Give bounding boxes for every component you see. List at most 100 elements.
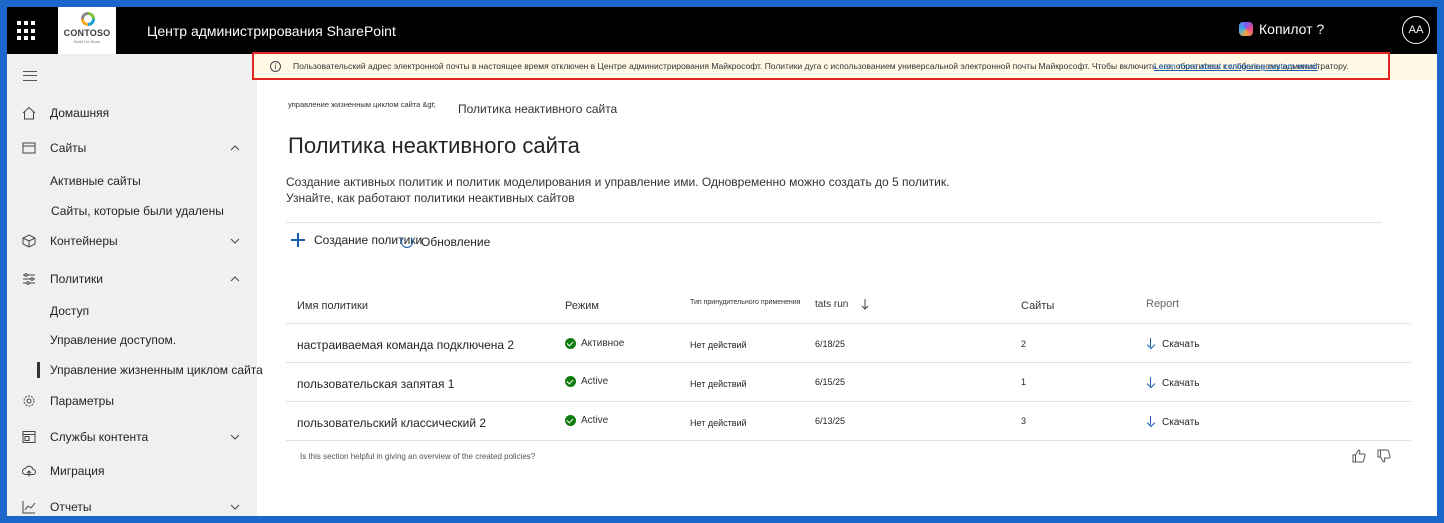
download-report-button[interactable]: Скачать (1146, 377, 1200, 389)
policy-name[interactable]: пользовательский классический 2 (297, 416, 486, 430)
logo-text: CONTOSO (63, 28, 111, 38)
chevron-down-icon[interactable] (229, 235, 241, 247)
nav-label-deleted-sites: Сайты, которые были удалены (51, 204, 224, 218)
policies-icon (21, 271, 37, 287)
policy-name[interactable]: пользовательская запятая 1 (297, 377, 454, 391)
mode-label: Active (581, 376, 609, 387)
nav-item-containers[interactable]: Контейнеры (7, 226, 257, 256)
breadcrumb-current: Политика неактивного сайта (458, 102, 618, 116)
status-badge: Active (565, 376, 608, 387)
last-run-value: 6/13/25 (815, 416, 846, 426)
contoso-logo[interactable]: CONTOSO Build Ltd Story (58, 7, 116, 54)
enforcement-value: Нет действий (690, 379, 747, 389)
download-report-button[interactable]: Скачать (1146, 416, 1200, 428)
thumbs-down-icon[interactable] (1376, 448, 1392, 464)
download-label: Скачать (1162, 416, 1200, 428)
nav-item-home[interactable]: Домашняя (7, 98, 257, 128)
sites-icon (21, 140, 37, 156)
banner-learn-more-link[interactable]: Learn more about configuring custom emai… (1154, 61, 1317, 71)
nav-label-home: Домашняя (50, 106, 110, 120)
logo-mark-icon (81, 12, 95, 26)
avatar[interactable]: AA (1402, 16, 1430, 44)
left-navigation: Домашняя Сайты Активные сайты Сайты, кот… (7, 54, 263, 516)
home-icon (21, 105, 37, 121)
nav-item-reports[interactable]: Отчеты (7, 492, 257, 516)
sites-count: 3 (1021, 416, 1027, 426)
refresh-label: Обновление (421, 235, 491, 249)
copilot-label: Копилот ? (1259, 21, 1325, 37)
copilot-icon (1239, 22, 1253, 36)
reports-icon (21, 499, 37, 515)
download-icon (1146, 338, 1156, 350)
nav-label-reports: Отчеты (50, 500, 92, 514)
nav-label-settings: Параметры (50, 394, 114, 408)
selected-indicator (37, 362, 40, 378)
sort-descending-icon (861, 299, 869, 310)
content-services-icon (21, 429, 37, 445)
table-divider (286, 440, 1411, 441)
app-launcher-icon[interactable] (17, 21, 37, 41)
nav-label-access: Доступ (50, 304, 90, 318)
column-header-sites[interactable]: Сайты (1021, 300, 1054, 312)
settings-icon (21, 393, 37, 409)
enforcement-value: Нет действий (690, 340, 747, 350)
page-description: Создание активных политик и политик моде… (286, 175, 950, 189)
nav-label-migration: Миграция (50, 464, 105, 478)
mode-label: Active (581, 415, 609, 426)
mode-label: Активное (581, 338, 625, 349)
check-circle-icon (565, 415, 576, 426)
copilot-button[interactable]: Копилот ? (1239, 21, 1324, 37)
nav-item-access-control[interactable]: Управление доступом. (7, 325, 257, 355)
refresh-button[interactable]: Обновление (401, 235, 490, 249)
app-title[interactable]: Центр администрирования SharePoint (147, 23, 396, 39)
thumbs-up-icon[interactable] (1351, 448, 1367, 464)
column-header-enforcement[interactable]: Тип принудительного применения (690, 299, 800, 306)
download-label: Скачать (1162, 338, 1200, 350)
nav-item-site-lifecycle[interactable]: Управление жизненным циклом сайта (7, 355, 263, 385)
nav-label-sites: Сайты (50, 141, 87, 155)
learn-more-link[interactable]: Узнайте, как работают политики неактивны… (286, 191, 575, 205)
nav-item-access[interactable]: Доступ (7, 296, 257, 326)
hamburger-menu-icon[interactable] (23, 71, 37, 81)
breadcrumb-parent[interactable]: управление жизненным циклом сайта &gt; (288, 100, 436, 109)
policy-name[interactable]: настраиваемая команда подключена 2 (297, 338, 514, 352)
download-label: Скачать (1162, 377, 1200, 389)
app-window: CONTOSO Build Ltd Story Центр администри… (7, 7, 1437, 516)
nav-item-sites[interactable]: Сайты (7, 133, 257, 163)
chevron-up-icon[interactable] (229, 142, 241, 154)
feedback-question: Is this section helpful in giving an ove… (300, 452, 536, 461)
column-header-mode[interactable]: Режим (565, 300, 599, 312)
status-badge: Активное (565, 338, 624, 349)
check-circle-icon (565, 376, 576, 387)
column-header-name[interactable]: Имя политики (297, 300, 368, 312)
nav-item-settings[interactable]: Параметры (7, 386, 257, 416)
chevron-up-icon[interactable] (229, 273, 241, 285)
nav-label-access-control: Управление доступом. (50, 333, 177, 347)
download-icon (1146, 377, 1156, 389)
download-report-button[interactable]: Скачать (1146, 338, 1200, 350)
info-icon: i (270, 60, 281, 72)
chevron-down-icon[interactable] (229, 501, 241, 513)
column-header-last-run[interactable]: tats run (815, 299, 869, 310)
column-header-last-run-label: tats run (815, 299, 849, 311)
nav-label-active-sites: Активные сайты (50, 174, 141, 188)
nav-label-site-lifecycle: Управление жизненным циклом сайта (50, 363, 263, 377)
nav-item-content-services[interactable]: Службы контента (7, 422, 257, 452)
nav-label-content-services: Службы контента (50, 430, 149, 444)
table-divider (286, 323, 1411, 324)
status-badge: Active (565, 415, 608, 426)
nav-item-deleted-sites[interactable]: Сайты, которые были удалены (7, 196, 257, 226)
page-title: Политика неактивного сайта (288, 133, 580, 158)
nav-label-containers: Контейнеры (50, 234, 118, 248)
sites-count: 2 (1021, 339, 1027, 349)
chevron-down-icon[interactable] (229, 431, 241, 443)
last-run-value: 6/15/25 (815, 377, 846, 387)
sites-count: 1 (1021, 377, 1027, 387)
last-run-value: 6/18/25 (815, 339, 846, 349)
nav-item-migration[interactable]: Миграция (7, 456, 257, 486)
nav-item-active-sites[interactable]: Активные сайты (7, 166, 257, 196)
nav-item-policies[interactable]: Политики (7, 264, 257, 294)
divider (286, 222, 1382, 223)
nav-label-policies: Политики (50, 272, 103, 286)
table-divider (286, 401, 1411, 402)
